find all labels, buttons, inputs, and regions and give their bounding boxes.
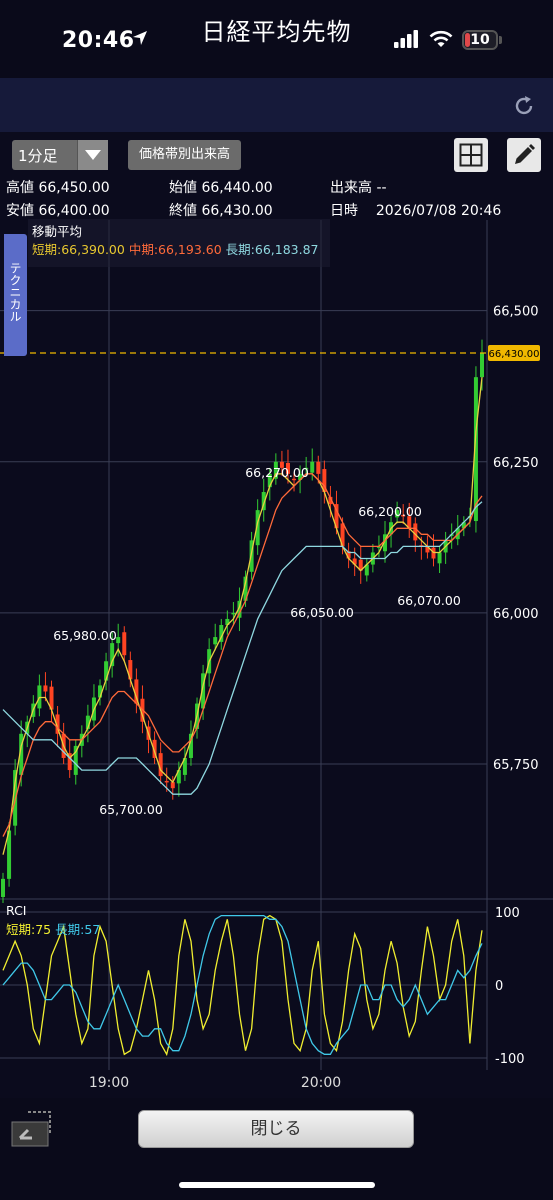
candle-body	[122, 632, 127, 656]
rci-legend-values: 短期:75 長期:57	[6, 919, 100, 938]
home-indicator	[179, 1182, 375, 1188]
close-button[interactable]: 閉じる	[138, 1110, 414, 1148]
chart-plot-area	[0, 220, 487, 897]
rci-y-tick-label: 100	[495, 906, 520, 921]
x-tick-label: 20:00	[301, 1075, 341, 1091]
last-price-label: 66,430.00	[489, 349, 540, 360]
candle-body	[413, 523, 418, 541]
candle-body	[213, 637, 218, 645]
ma-legend-values: 短期:66,390.00 中期:66,193.60 長期:66,183.87	[32, 239, 319, 258]
back-icon[interactable]	[10, 1108, 54, 1148]
ma-long-label: 長期:	[225, 242, 255, 257]
x-tick-label: 19:00	[89, 1075, 129, 1091]
candle-body	[231, 612, 236, 615]
rci-short-label: 短期:	[6, 922, 36, 937]
price-annotation: 66,270.00	[245, 465, 309, 480]
ma-short-value: 66,390.00	[61, 242, 125, 257]
rci-title: RCI	[6, 903, 27, 918]
close-button-label: 閉じる	[250, 1119, 302, 1139]
y-tick-label: 66,000	[493, 607, 539, 622]
candle-body	[480, 352, 484, 378]
y-tick-label: 66,250	[493, 456, 539, 471]
technical-tab-label: テクニカル	[8, 262, 22, 322]
y-tick-label: 65,750	[493, 758, 539, 773]
price-annotation: 65,700.00	[99, 802, 163, 817]
candle-body	[310, 461, 315, 473]
y-tick-label: 66,500	[493, 305, 539, 320]
candle-body	[437, 552, 442, 564]
candle-body	[1, 878, 5, 897]
price-chart[interactable]: 19:00 20:00 66,500 66,250 66,000 65,750 100 0 -1…	[0, 0, 553, 1200]
ma-mid-value: 66,193.60	[158, 242, 222, 257]
ma-mid-label: 中期:	[128, 242, 159, 257]
price-annotation: 66,050.00	[290, 605, 354, 620]
candle-body	[43, 685, 48, 692]
price-annotation: 65,980.00	[53, 628, 117, 643]
ma-legend-title: 移動平均	[32, 224, 83, 239]
price-annotation: 66,070.00	[397, 593, 461, 608]
price-annotation: 66,200.00	[358, 504, 422, 519]
rci-y-tick-label: 0	[495, 979, 503, 994]
ma-short-label: 短期:	[32, 242, 62, 257]
candle-body	[316, 461, 321, 474]
rci-y-tick-label: -100	[495, 1052, 525, 1067]
ma-long-value: 66,183.87	[254, 242, 319, 257]
rci-long-value: 57	[84, 922, 101, 937]
rci-short-value: 75	[35, 922, 52, 937]
candle-body	[164, 780, 169, 783]
rci-long-label: 長期:	[55, 922, 85, 937]
technical-tab[interactable]: テクニカル	[4, 234, 27, 356]
